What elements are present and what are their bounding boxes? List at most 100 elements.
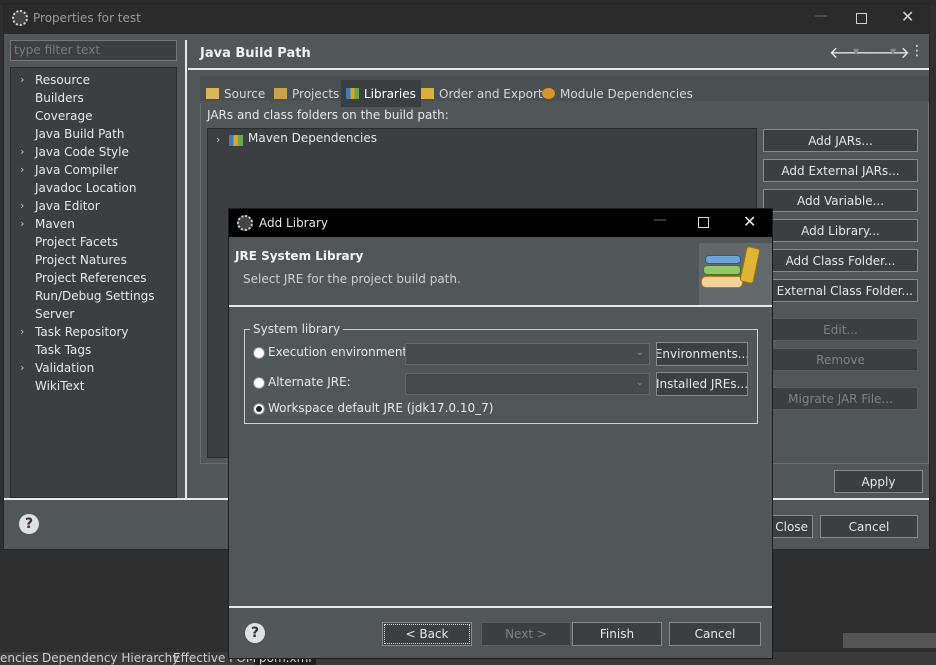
header-description: Select JRE for the project build path. [243, 272, 461, 286]
tab-module-dependencies[interactable]: Module Dependencies [542, 83, 693, 104]
menu-icon[interactable]: ⋮ [910, 43, 924, 59]
vertical-divider [185, 40, 187, 498]
build-path-label: JARs and class folders on the build path… [207, 108, 449, 122]
minimize-icon[interactable]: — [814, 8, 828, 24]
maximize-icon[interactable] [698, 217, 709, 228]
tab-label: Order and Export [439, 86, 543, 101]
book-blue [705, 255, 741, 264]
nav-item[interactable]: Builders [35, 91, 84, 105]
nav-tree: › Resource Builders Coverage Java Build Path… [10, 67, 177, 498]
nav-item[interactable]: Validation [35, 361, 94, 375]
maximize-icon[interactable] [856, 13, 867, 24]
back-button[interactable]: < Back [382, 622, 472, 646]
tab-label: Module Dependencies [560, 86, 693, 101]
nav-item[interactable]: Project Facets [35, 235, 118, 249]
back-arrow-icon[interactable]: 🡐 [829, 42, 872, 62]
installed-jres-button[interactable]: Installed JREs... [656, 372, 748, 396]
nav-item[interactable]: Run/Debug Settings [35, 289, 155, 303]
execution-environment-label: Execution environment: [268, 345, 412, 359]
book-orange [701, 276, 743, 288]
editor-tab[interactable]: encies [0, 652, 39, 665]
execution-environment-radio[interactable] [253, 347, 265, 359]
add-library-button[interactable]: Add Library... [763, 219, 918, 242]
minimize-icon[interactable]: — [653, 212, 667, 228]
add-library-dialog: Add Library — ✕ JRE System Library Selec… [228, 208, 773, 659]
properties-titlebar: Properties for test — ✕ [4, 4, 929, 34]
filter-input[interactable]: type filter text [10, 40, 177, 61]
properties-cancel-button[interactable]: Cancel [820, 515, 918, 538]
finish-button[interactable]: Finish [572, 622, 662, 646]
tab-source[interactable]: Source [206, 83, 265, 104]
order-icon [421, 88, 434, 99]
tab-projects[interactable]: Projects [274, 83, 339, 104]
alternate-jre-radio[interactable] [253, 377, 265, 389]
chevron-down-icon: ⌄ [635, 377, 644, 388]
close-icon[interactable]: ✕ [743, 212, 756, 231]
library-icon [229, 135, 243, 146]
close-label: Close [775, 519, 808, 534]
nav-item[interactable]: Java Compiler [35, 163, 118, 177]
nav-item[interactable]: Resource [35, 73, 90, 87]
expand-chevron-icon[interactable]: › [20, 217, 24, 230]
wizard-header: JRE System Library Select JRE for the pr… [229, 237, 772, 305]
book-gold [739, 245, 761, 285]
page-title: Java Build Path [200, 46, 311, 61]
nav-item[interactable]: Task Repository [35, 325, 129, 339]
apply-button[interactable]: Apply [834, 470, 923, 493]
expand-chevron-icon[interactable]: › [216, 133, 220, 146]
help-icon[interactable]: ? [19, 514, 39, 534]
forward-arrow-icon[interactable]: 🡒 [867, 42, 910, 62]
expand-chevron-icon[interactable]: › [20, 145, 24, 158]
nav-item[interactable]: Server [35, 307, 74, 321]
tree-item-maven-dependencies[interactable]: Maven Dependencies [248, 131, 377, 145]
add-class-folder-button[interactable]: Add Class Folder... [763, 249, 918, 272]
expand-chevron-icon[interactable]: › [20, 325, 24, 338]
source-folder-icon [206, 88, 219, 99]
execution-environment-select[interactable]: ⌄ [405, 343, 650, 365]
chevron-down-icon[interactable]: ▼ [890, 47, 896, 56]
add-external-jars-button[interactable]: Add External JARs... [763, 159, 918, 182]
chevron-down-icon[interactable]: ▼ [853, 47, 859, 56]
environments-button[interactable]: Environments... [656, 342, 748, 366]
alternate-jre-select[interactable]: ⌄ [405, 373, 650, 395]
add-external-class-folder-button[interactable]: Add External Class Folder... [763, 279, 918, 302]
add-jars-button[interactable]: Add JARs... [763, 129, 918, 152]
gear-icon [237, 215, 253, 231]
help-icon[interactable]: ? [245, 623, 265, 643]
nav-item[interactable]: Task Tags [35, 343, 91, 357]
remove-button[interactable]: Remove [763, 348, 918, 371]
header-separator [229, 305, 772, 307]
dialog-cancel-button[interactable]: Cancel [669, 622, 761, 646]
expand-chevron-icon[interactable]: › [20, 163, 24, 176]
nav-item[interactable]: WikiText [35, 379, 85, 393]
next-button[interactable]: Next > [481, 622, 571, 646]
expand-chevron-icon[interactable]: › [20, 361, 24, 374]
nav-item[interactable]: Java Build Path [35, 127, 124, 141]
editor-tab[interactable]: Dependency Hierarchy [42, 652, 179, 665]
nav-item[interactable]: Java Code Style [35, 145, 129, 159]
nav-item[interactable]: Coverage [35, 109, 93, 123]
nav-item[interactable]: Project References [35, 271, 147, 285]
library-icon [346, 88, 359, 99]
nav-item[interactable]: Maven [35, 217, 75, 231]
editor-scrollbar[interactable] [843, 633, 936, 648]
filter-placeholder: type filter text [14, 43, 101, 57]
expand-chevron-icon[interactable]: › [20, 199, 24, 212]
workspace-default-jre-radio[interactable] [253, 403, 265, 415]
add-variable-button[interactable]: Add Variable... [763, 189, 918, 212]
close-icon[interactable]: ✕ [901, 7, 914, 26]
gear-icon [12, 10, 28, 26]
tab-order-export[interactable]: Order and Export [421, 83, 543, 104]
expand-chevron-icon[interactable]: › [20, 73, 24, 86]
edit-button[interactable]: Edit... [763, 318, 918, 341]
workspace-default-jre-label: Workspace default JRE (jdk17.0.10_7) [268, 401, 494, 415]
nav-item[interactable]: Java Editor [35, 199, 100, 213]
nav-item[interactable]: Javadoc Location [35, 181, 136, 195]
header-title: JRE System Library [235, 249, 364, 263]
book-green [703, 265, 741, 275]
add-library-titlebar: Add Library — ✕ [229, 209, 772, 237]
footer-separator [229, 606, 772, 608]
alternate-jre-label: Alternate JRE: [268, 375, 351, 389]
migrate-jar-button[interactable]: Migrate JAR File... [763, 387, 918, 410]
nav-item[interactable]: Project Natures [35, 253, 127, 267]
